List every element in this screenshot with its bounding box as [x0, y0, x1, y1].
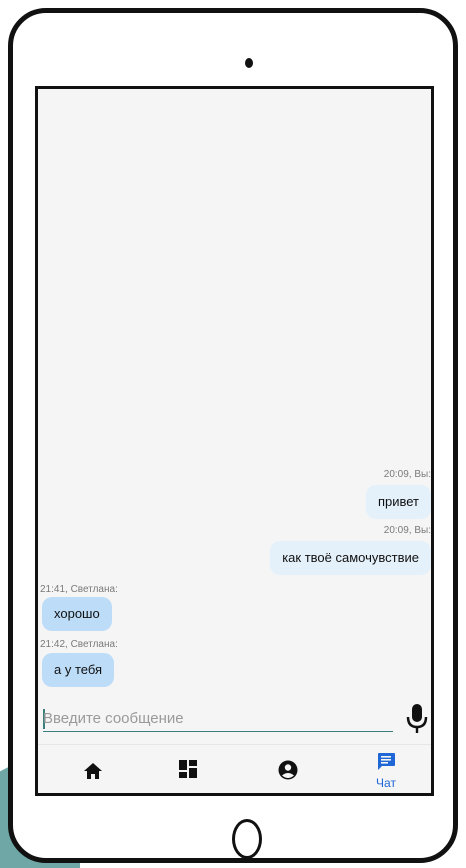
message-bubble-incoming[interactable]: хорошо — [42, 597, 112, 631]
message-meta: 20:09, Вы: — [383, 525, 431, 536]
message-list: 20:09, Вы: привет 20:09, Вы: как твоё са… — [38, 89, 431, 694]
bottom-navigation: Чат — [38, 744, 431, 793]
dashboard-icon — [179, 760, 197, 778]
nav-item-label: Чат — [376, 776, 396, 790]
account-circle-icon — [278, 760, 298, 780]
message-bubble-incoming[interactable]: а у тебя — [42, 653, 115, 687]
stage: 20:09, Вы: привет 20:09, Вы: как твоё са… — [0, 0, 466, 868]
home-icon — [84, 763, 102, 779]
chat-icon — [378, 753, 395, 770]
app-screen: 20:09, Вы: привет 20:09, Вы: как твоё са… — [35, 86, 434, 796]
message-meta: 21:41, Светлана: — [40, 584, 118, 595]
nav-item-chat[interactable]: Чат — [356, 745, 416, 793]
message-input[interactable] — [43, 705, 393, 732]
nav-item-home[interactable] — [63, 745, 123, 793]
message-meta: 20:09, Вы: — [383, 469, 431, 480]
message-meta: 21:42, Светлана: — [40, 639, 118, 650]
microphone-icon[interactable] — [404, 703, 430, 735]
camera-dot — [245, 58, 253, 68]
nav-item-profile[interactable] — [258, 745, 318, 793]
message-bubble-outgoing[interactable]: как твоё самочувствие — [270, 541, 431, 575]
device-home-button[interactable] — [232, 819, 262, 859]
message-bubble-outgoing[interactable]: привет — [365, 485, 431, 519]
message-composer — [38, 697, 431, 737]
nav-item-dashboard[interactable] — [158, 745, 218, 793]
